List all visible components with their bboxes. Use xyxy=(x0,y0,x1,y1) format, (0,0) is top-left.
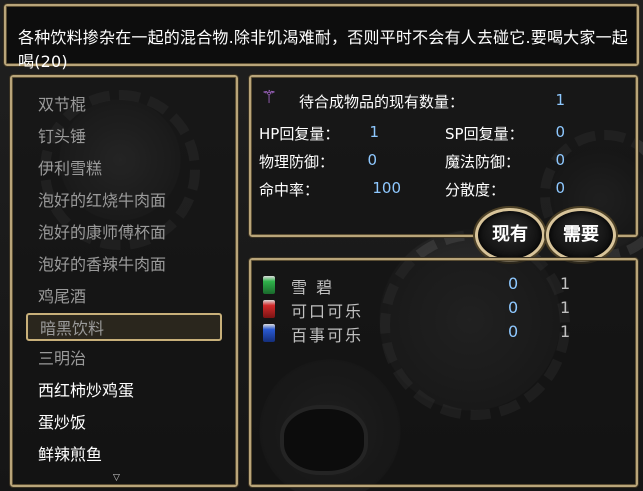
physical-defense-label: 物理防御： xyxy=(259,153,335,171)
list-item[interactable]: 鸡尾酒 xyxy=(26,283,222,311)
material-row: 可口可乐 0 1 xyxy=(263,298,583,322)
material-need: 1 xyxy=(560,298,571,317)
material-need: 1 xyxy=(560,322,571,341)
hp-label: HP回复量： xyxy=(259,125,340,143)
hit-rate-label: 命中率： xyxy=(259,181,320,199)
material-name: 可口可乐 xyxy=(291,302,364,321)
list-item[interactable]: 鲜辣煎鱼 xyxy=(26,441,222,469)
list-item[interactable]: 三明治 xyxy=(26,345,222,373)
need-button[interactable]: 需要 xyxy=(546,208,616,262)
list-item[interactable]: 蛋炒饭 xyxy=(26,409,222,437)
hit-rate-value: 100 xyxy=(372,179,401,197)
scroll-down-indicator[interactable]: ▽ xyxy=(113,473,120,483)
owned-count-value: 1 xyxy=(555,91,565,109)
list-item[interactable]: 伊利雪糕 xyxy=(26,155,222,183)
list-item[interactable]: 泡好的红烧牛肉面 xyxy=(26,187,222,215)
material-have: 0 xyxy=(508,322,519,341)
list-item[interactable]: 钉头锤 xyxy=(26,123,222,151)
material-have: 0 xyxy=(508,274,519,293)
list-item-selected[interactable]: 暗黑饮料 xyxy=(26,313,222,341)
have-button[interactable]: 现有 xyxy=(475,208,545,262)
list-item[interactable]: 双节棍 xyxy=(26,91,222,119)
material-name: 雪 碧 xyxy=(291,278,335,297)
soda-can-icon xyxy=(263,300,275,318)
material-row: 百事可乐 0 1 xyxy=(263,322,583,346)
material-have: 0 xyxy=(508,298,519,317)
material-row: 雪 碧 0 1 xyxy=(263,274,583,298)
owned-count-label: 待合成物品的现有数量： xyxy=(299,93,465,111)
list-item[interactable]: 泡好的康师傅杯面 xyxy=(26,219,222,247)
item-description: 各种饮料掺杂在一起的混合物.除非饥渴难耐，否则平时不会有人去碰它.要喝大家一起喝… xyxy=(18,28,628,71)
sp-label: SP回复量： xyxy=(445,125,524,143)
help-window: 各种饮料掺杂在一起的混合物.除非饥渴难耐，否则平时不会有人去碰它.要喝大家一起喝… xyxy=(3,3,640,71)
wand-icon: ⚚ xyxy=(261,87,278,108)
magic-defense-label: 魔法防御： xyxy=(445,153,521,171)
soda-can-icon xyxy=(263,276,275,294)
material-name: 百事可乐 xyxy=(291,326,364,345)
hp-value: 1 xyxy=(369,123,379,141)
physical-defense-value: 0 xyxy=(367,151,377,169)
material-need: 1 xyxy=(560,274,571,293)
sp-value: 0 xyxy=(555,123,565,141)
spread-label: 分散度： xyxy=(445,181,506,199)
item-list-window: 双节棍 钉头锤 伊利雪糕 泡好的红烧牛肉面 泡好的康师傅杯面 泡好的香辣牛肉面 … xyxy=(9,74,239,488)
materials-window: 雪 碧 0 1 可口可乐 0 1 百事可乐 0 1 xyxy=(248,257,639,488)
spread-value: 0 xyxy=(555,179,565,197)
list-item[interactable]: 泡好的香辣牛肉面 xyxy=(26,251,222,279)
soda-can-icon xyxy=(263,324,275,342)
list-item[interactable]: 西红柿炒鸡蛋 xyxy=(26,377,222,405)
magic-defense-value: 0 xyxy=(555,151,565,169)
